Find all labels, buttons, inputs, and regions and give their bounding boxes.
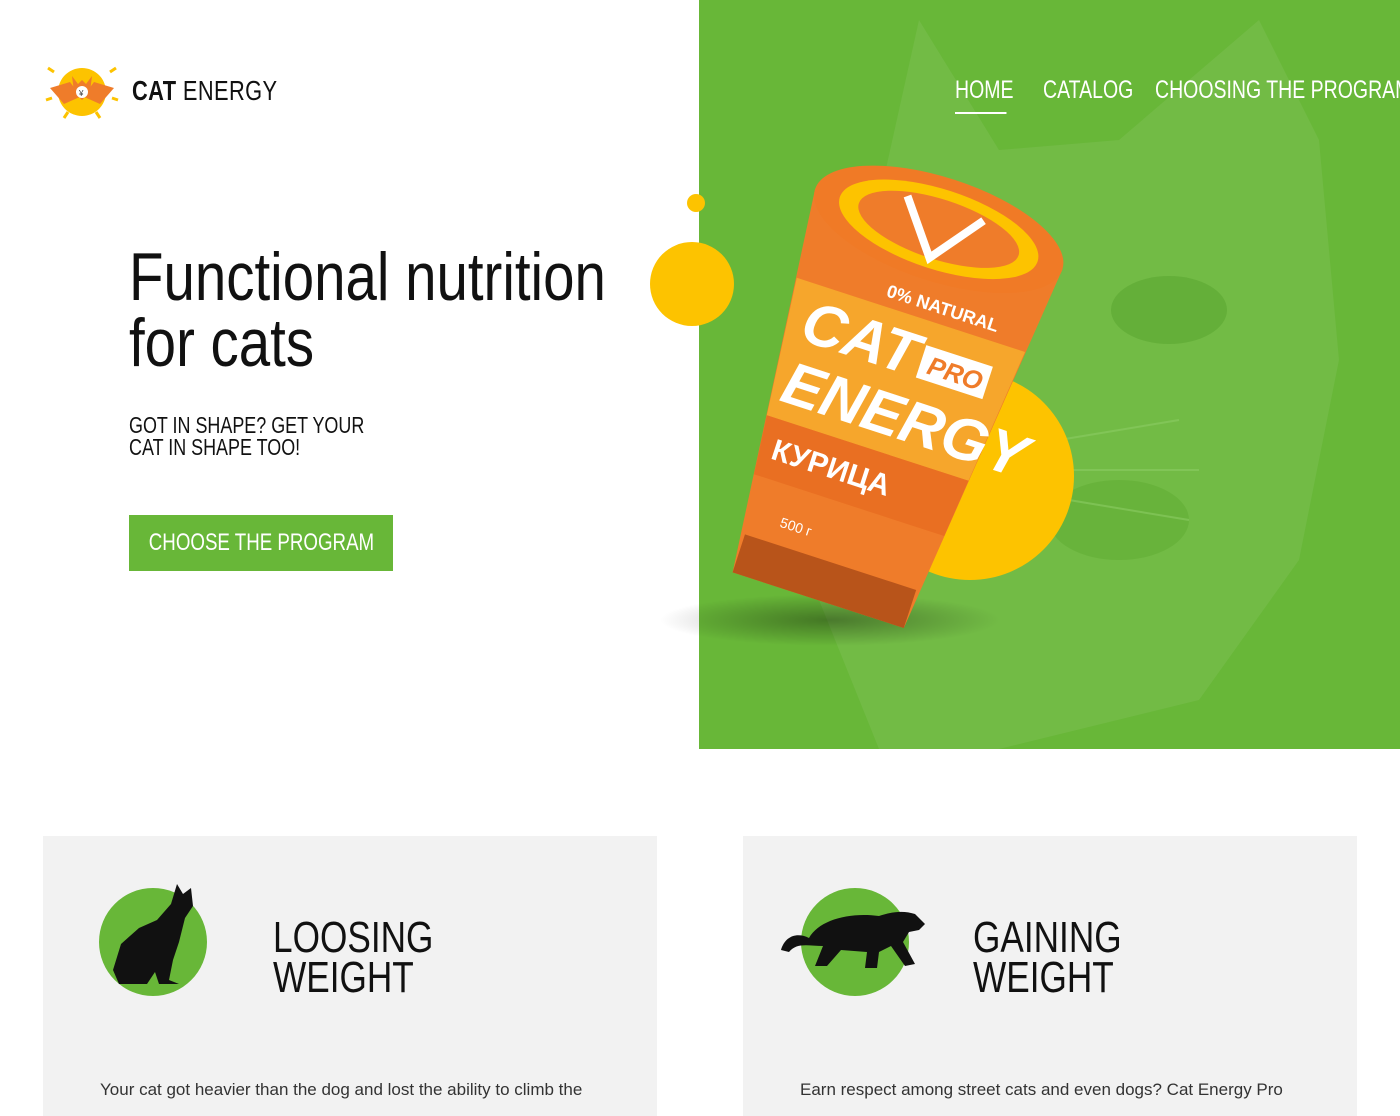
- hero-title: Functional nutrition for cats: [129, 243, 644, 377]
- program-card-loosing-weight[interactable]: LOOSING WEIGHT Your cat got heavier than…: [43, 836, 657, 1116]
- program-title-loosing-weight: LOOSING WEIGHT: [273, 916, 465, 1000]
- nav-link-choosing-program[interactable]: CHOOSING THE PROGRAM: [1155, 76, 1400, 105]
- brand-name-regular: ENERGY: [182, 75, 278, 106]
- panther-icon: [781, 888, 925, 996]
- brand-name: CAT ENERGY: [132, 75, 277, 107]
- brand-name-bold: CAT: [132, 75, 177, 106]
- decor-dot-small: [687, 194, 705, 212]
- hero-title-line2: for cats: [129, 305, 315, 381]
- hero-title-line1: Functional nutrition: [129, 239, 606, 315]
- program-title-line2: WEIGHT: [273, 953, 414, 1002]
- program-title-gaining-weight: GAINING WEIGHT: [973, 916, 1165, 1000]
- program-card-gaining-weight[interactable]: GAINING WEIGHT Earn respect among street…: [743, 836, 1357, 1116]
- brand-logo[interactable]: ¥ CAT ENERGY: [44, 58, 319, 124]
- program-text-loosing-weight: Your cat got heavier than the dog and lo…: [100, 1080, 583, 1099]
- cat-energy-logo-icon: ¥: [45, 66, 119, 119]
- hero-subtitle: GOT IN SHAPE? GET YOUR CAT IN SHAPE TOO!: [129, 412, 365, 460]
- decor-circle-left: [650, 242, 734, 326]
- svg-text:¥: ¥: [78, 89, 84, 98]
- nav-link-catalog[interactable]: CATALOG: [1043, 76, 1133, 105]
- program-text-gaining-weight: Earn respect among street cats and even …: [800, 1080, 1283, 1099]
- nav-link-home[interactable]: HOME: [955, 76, 1014, 114]
- main-navigation: HOME CATALOG CHOOSING THE PROGRAM: [955, 76, 1400, 114]
- program-title-line2: WEIGHT: [973, 953, 1114, 1002]
- choose-program-button-label: CHOOSE THE PROGRAM: [148, 529, 374, 556]
- sitting-cat-icon: [99, 884, 207, 996]
- product-image: 0% NATURAL CAT PRO ENERGY КУРИЦА 500 г: [650, 165, 1074, 646]
- choose-program-button[interactable]: CHOOSE THE PROGRAM: [129, 515, 393, 571]
